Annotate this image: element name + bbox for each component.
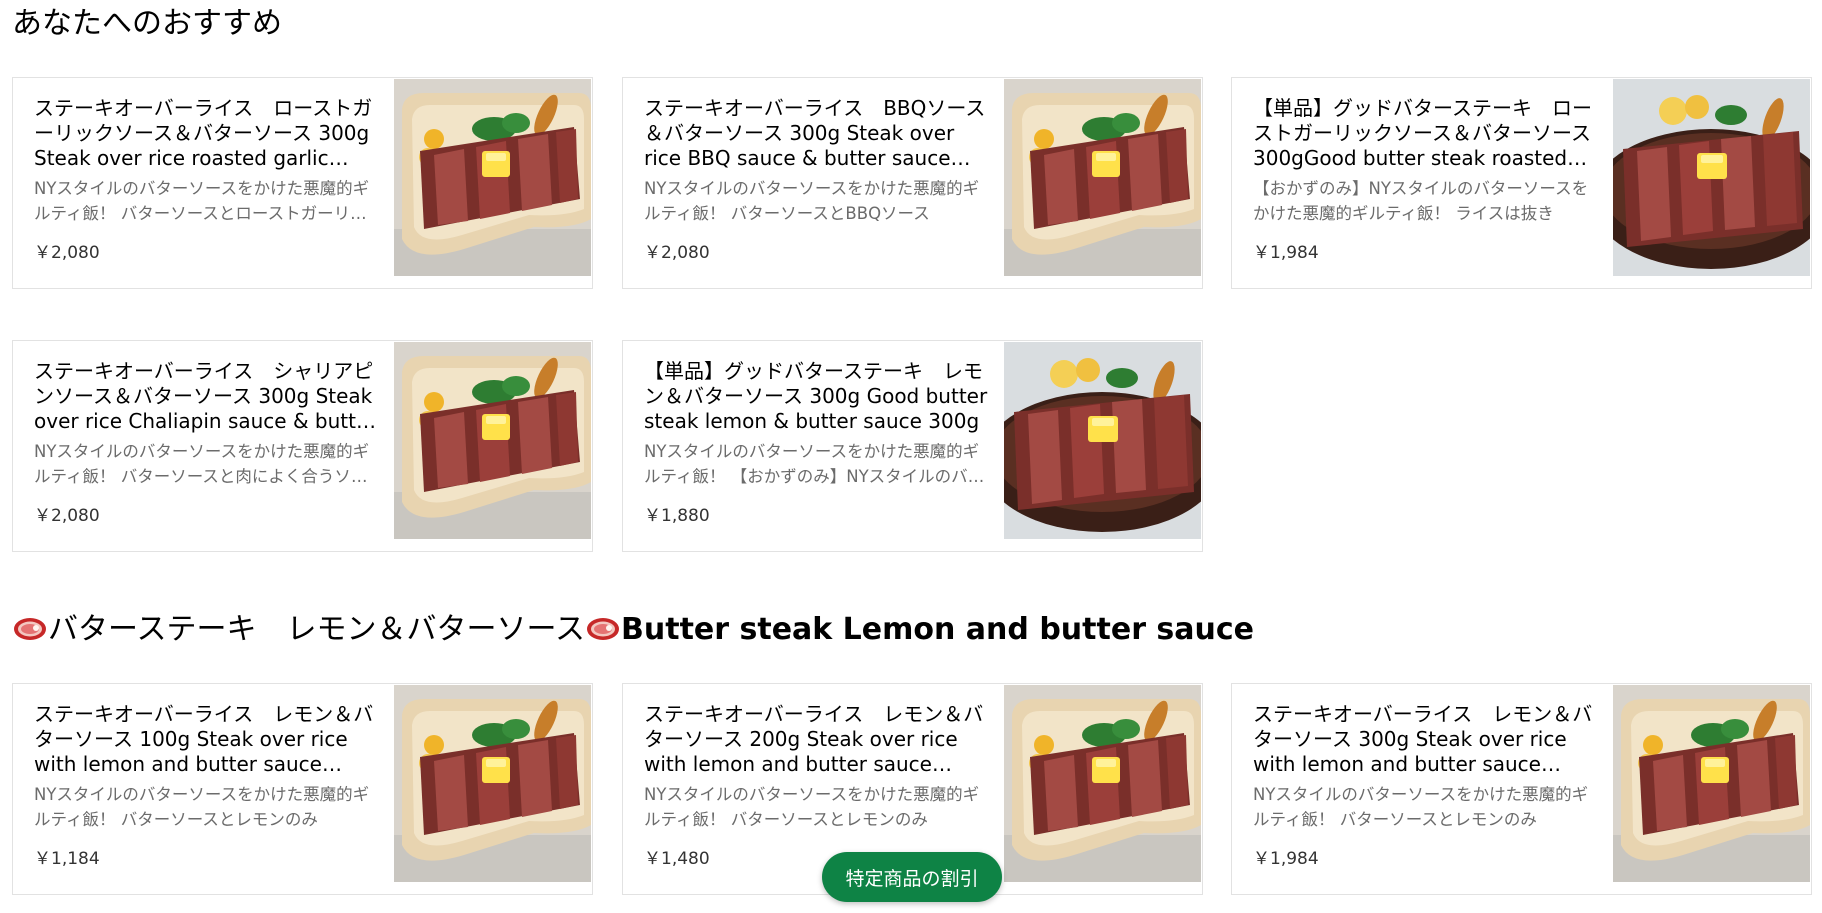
- menu-item-title: ステーキオーバーライス シャリアピンソース＆バターソース 300g Steak …: [34, 359, 377, 433]
- menu-item-description: NYスタイルのバターソースをかけた悪魔的ギルティ飯！ バターソースと肉によく合う…: [34, 442, 370, 486]
- menu-item-title: 【単品】グッドバターステーキ ローストガーリックソース＆バターソース 300gG…: [1253, 96, 1592, 170]
- steak-icon: [12, 613, 48, 643]
- menu-item-title: 【単品】グッドバターステーキ レモン＆バターソース 300g Good butt…: [644, 359, 988, 433]
- menu-item-price: ￥1,984: [1253, 849, 1319, 869]
- menu-item-price: ￥1,880: [644, 506, 710, 526]
- menu-item-price: ￥1,984: [1253, 243, 1319, 263]
- menu-item-card[interactable]: 【単品】グッドバターステーキ ローストガーリックソース＆バターソース 300gG…: [1231, 77, 1812, 289]
- food-image: [1613, 79, 1810, 276]
- food-image: [1613, 685, 1810, 882]
- section-title-en: Butter steak Lemon and butter sauce: [621, 612, 1255, 647]
- menu-item-description: NYスタイルのバターソースをかけた悪魔的ギルティ飯！ 【おかずのみ】NYスタイル…: [644, 442, 985, 486]
- food-image: [1004, 79, 1201, 276]
- menu-item-card[interactable]: ステーキオーバーライス シャリアピンソース＆バターソース 300g Steak …: [12, 340, 593, 552]
- menu-item-description: NYスタイルのバターソースをかけた悪魔的ギルティ飯！ バターソースとレモンのみ: [34, 785, 370, 829]
- menu-item-title: ステーキオーバーライス レモン＆バターソース 100g Steak over r…: [34, 702, 374, 776]
- discount-promo-button[interactable]: 特定商品の割引: [822, 852, 1002, 902]
- menu-item-title: ステーキオーバーライス レモン＆バターソース 200g Steak over r…: [644, 702, 984, 776]
- menu-item-card[interactable]: 【単品】グッドバターステーキ レモン＆バターソース 300g Good butt…: [622, 340, 1203, 552]
- menu-item-card[interactable]: ステーキオーバーライス BBQソース＆バターソース 300g Steak ove…: [622, 77, 1203, 289]
- menu-item-card[interactable]: ステーキオーバーライス ローストガーリックソース＆バターソース 300g Ste…: [12, 77, 593, 289]
- menu-item-card[interactable]: ステーキオーバーライス レモン＆バターソース 300g Steak over r…: [1231, 683, 1812, 895]
- menu-item-title: ステーキオーバーライス ローストガーリックソース＆バターソース 300g Ste…: [34, 96, 373, 170]
- menu-item-price: ￥2,080: [644, 243, 710, 263]
- steak-icon: [585, 613, 621, 643]
- menu-item-description: NYスタイルのバターソースをかけた悪魔的ギルティ飯！ バターソースとローストガー…: [34, 179, 370, 223]
- food-image: [394, 342, 591, 539]
- menu-item-price: ￥2,080: [34, 506, 100, 526]
- menu-item-description: 【おかずのみ】NYスタイルのバターソースをかけた悪魔的ギルティ飯！ ライスは抜き: [1253, 179, 1589, 223]
- menu-item-title: ステーキオーバーライス BBQソース＆バターソース 300g Steak ove…: [644, 96, 986, 170]
- food-image: [394, 685, 591, 882]
- food-image: [1004, 685, 1201, 882]
- menu-item-description: NYスタイルのバターソースをかけた悪魔的ギルティ飯！ バターソースとBBQソース: [644, 179, 980, 223]
- menu-item-description: NYスタイルのバターソースをかけた悪魔的ギルティ飯！ バターソースとレモンのみ: [644, 785, 980, 829]
- menu-item-title: ステーキオーバーライス レモン＆バターソース 300g Steak over r…: [1253, 702, 1593, 776]
- menu-item-description: NYスタイルのバターソースをかけた悪魔的ギルティ飯！ バターソースとレモンのみ: [1253, 785, 1589, 829]
- section-title-recommended: あなたへのおすすめ: [12, 6, 282, 41]
- food-image: [1004, 342, 1201, 539]
- food-image: [394, 79, 591, 276]
- section-title-butter-steak-lemon: バターステーキ レモン＆バターソース Butter steak Lemon an…: [12, 612, 1254, 648]
- menu-item-card[interactable]: ステーキオーバーライス レモン＆バターソース 100g Steak over r…: [12, 683, 593, 895]
- section-title-jp: バターステーキ レモン＆バターソース: [48, 612, 585, 647]
- menu-item-price: ￥2,080: [34, 243, 100, 263]
- menu-item-price: ￥1,184: [34, 849, 100, 869]
